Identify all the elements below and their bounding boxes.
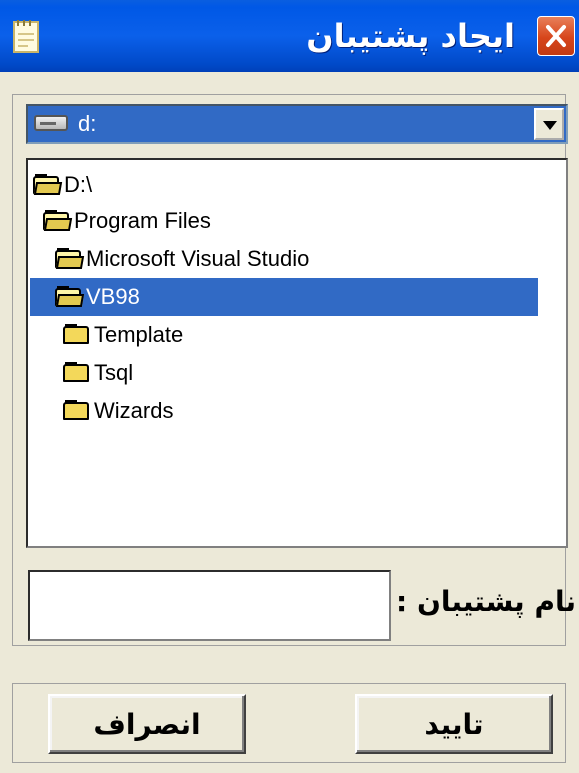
tree-item-wizards[interactable]: Wizards <box>62 392 173 430</box>
drive-selector[interactable]: d: <box>26 104 568 144</box>
title-bar[interactable]: ایجاد پشتیبان <box>0 0 579 72</box>
close-x-icon <box>546 25 566 47</box>
ok-button[interactable]: تایید <box>355 694 553 754</box>
notepad-icon <box>13 20 39 53</box>
drive-dropdown-button[interactable] <box>534 108 564 140</box>
tree-item-label: Template <box>94 322 184 347</box>
tree-item-vb98[interactable]: VB98 <box>30 278 538 316</box>
folder-tree[interactable]: D:\ Program Files Microsoft Visual Studi… <box>26 158 568 548</box>
open-folder-icon <box>42 210 73 232</box>
drive-selector-value: d: <box>78 111 97 136</box>
tree-item-label: Program Files <box>74 208 211 233</box>
folder-icon <box>62 324 92 346</box>
open-folder-icon <box>54 248 85 270</box>
backup-name-input[interactable] <box>28 570 391 641</box>
window-title: ایجاد پشتیبان <box>306 17 515 55</box>
hard-drive-icon <box>34 115 68 131</box>
folder-icon <box>62 400 92 422</box>
open-folder-icon <box>32 174 63 196</box>
tree-item-label: Microsoft Visual Studio <box>86 246 310 271</box>
backup-name-label: نام پشتیبان : <box>396 585 576 618</box>
tree-item-template[interactable]: Template <box>62 316 183 354</box>
open-folder-icon <box>54 286 85 308</box>
tree-item-label: VB98 <box>86 284 140 309</box>
close-button[interactable] <box>537 16 575 56</box>
folder-icon <box>62 362 92 384</box>
tree-item-label: Tsql <box>94 360 134 385</box>
tree-item-root[interactable]: D:\ <box>32 166 92 204</box>
tree-item-program-files[interactable]: Program Files <box>42 202 211 240</box>
tree-item-label: Wizards <box>94 398 174 423</box>
tree-item-microsoft-visual-studio[interactable]: Microsoft Visual Studio <box>54 240 309 278</box>
tree-item-label: D:\ <box>64 172 93 197</box>
tree-item-tsql[interactable]: Tsql <box>62 354 133 392</box>
cancel-button[interactable]: انصراف <box>48 694 246 754</box>
